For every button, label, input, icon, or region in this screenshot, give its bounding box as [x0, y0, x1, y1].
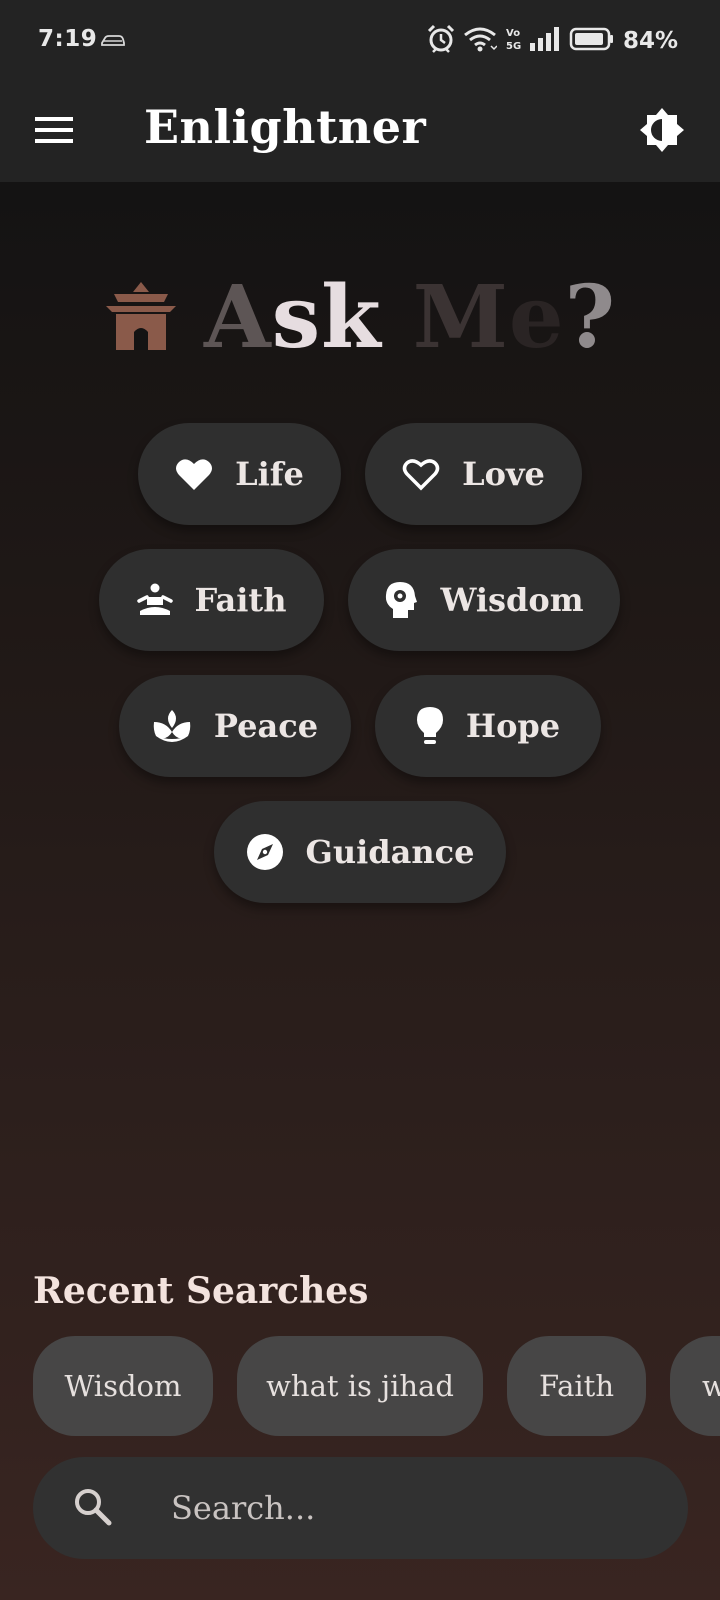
recent-search-chip[interactable]: Faith — [507, 1336, 646, 1436]
lotus-icon — [152, 708, 192, 744]
hero-title-part: ? — [564, 267, 616, 368]
status-bar: 7:19 Vo 5G 84% — [0, 0, 720, 82]
topic-chip-guidance[interactable]: Guidance — [214, 801, 506, 903]
lightbulb-icon — [416, 706, 444, 746]
topic-label: Life — [235, 455, 304, 493]
car-icon — [100, 33, 126, 53]
hero-title-part: sk — [271, 267, 382, 368]
topic-label: Peace — [213, 707, 319, 745]
temple-icon — [104, 280, 178, 356]
hamburger-menu-icon — [35, 116, 73, 148]
hero-title-part: M — [412, 267, 509, 368]
topic-chip-wisdom[interactable]: Wisdom — [348, 549, 620, 651]
topic-label: Love — [462, 455, 545, 493]
alarm-icon — [427, 24, 455, 58]
recent-searches-title: Recent Searches — [33, 1270, 369, 1312]
search-input[interactable] — [171, 1479, 651, 1537]
signal-icon — [529, 26, 561, 56]
topic-chip-hope[interactable]: Hope — [375, 675, 601, 777]
battery-percent: 84% — [622, 28, 678, 54]
hero-title: Ask Me? — [204, 275, 616, 361]
hero-title-part: e — [508, 267, 565, 368]
topic-chip-peace[interactable]: Peace — [119, 675, 351, 777]
status-time: 7:19 — [38, 26, 98, 52]
topic-label: Faith — [194, 581, 287, 619]
menu-button[interactable] — [32, 110, 76, 154]
wifi-icon — [463, 26, 498, 56]
hero-title-part: A — [203, 267, 272, 368]
app-title: Enlightner — [144, 100, 427, 154]
head-gear-icon — [384, 581, 418, 619]
recent-search-chip[interactable]: what is jihad — [237, 1336, 483, 1436]
theme-toggle-button[interactable] — [636, 106, 688, 158]
recent-search-chip[interactable]: Wisdom — [33, 1336, 213, 1436]
topic-label: Hope — [465, 707, 561, 745]
topic-chip-love[interactable]: Love — [365, 423, 582, 525]
battery-icon — [569, 26, 615, 56]
svg-text:Vo: Vo — [506, 28, 520, 39]
heart-filled-icon — [175, 457, 213, 491]
svg-text:5G: 5G — [506, 41, 521, 52]
hero: Ask Me? — [0, 268, 720, 368]
topic-label: Wisdom — [440, 581, 584, 619]
volte-icon: Vo 5G — [505, 25, 521, 57]
app-bar: Enlightner — [0, 82, 720, 182]
brightness-contrast-icon — [639, 107, 685, 157]
meditation-icon — [136, 583, 173, 617]
topic-chip-life[interactable]: Life — [138, 423, 341, 525]
recent-search-chip[interactable]: w — [670, 1336, 720, 1436]
recent-searches-list[interactable]: Wisdom what is jihad Faith w — [0, 1336, 720, 1436]
topic-label: Guidance — [305, 833, 475, 871]
compass-icon — [246, 833, 284, 871]
heart-outline-icon — [402, 457, 440, 491]
search-bar[interactable] — [33, 1457, 688, 1559]
status-icons: Vo 5G 84% — [427, 24, 678, 58]
topic-chip-faith[interactable]: Faith — [99, 549, 324, 651]
search-icon — [73, 1487, 113, 1531]
